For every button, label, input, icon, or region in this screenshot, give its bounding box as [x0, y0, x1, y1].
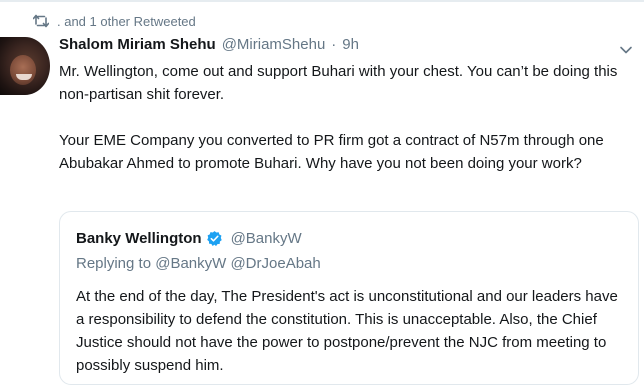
quoted-username: @BankyW [230, 229, 302, 247]
quoted-display-name: Banky Wellington [76, 229, 202, 247]
quoted-tweet-header: Banky Wellington @BankyW [76, 228, 302, 248]
tweet-paragraph: Your EME Company you converted to PR fir… [59, 132, 604, 172]
replying-to: Replying to @BankyW @DrJoeAbah [76, 255, 321, 272]
retweet-context-label[interactable]: . and 1 other Retweeted [57, 14, 196, 29]
retweet-context: . and 1 other Retweeted [33, 12, 196, 30]
avatar[interactable] [0, 37, 50, 95]
quoted-tweet-text: At the end of the day, The President's a… [76, 288, 618, 374]
tweet-header: Shalom Miriam Shehu @MiriamShehu · 9h [59, 36, 359, 58]
top-divider [0, 0, 644, 2]
username[interactable]: @MiriamShehu [222, 36, 326, 53]
quoted-tweet-card[interactable]: Banky Wellington @BankyW Replying to @Ba… [59, 211, 639, 385]
timestamp[interactable]: 9h [342, 36, 359, 53]
chevron-down-icon[interactable] [618, 42, 634, 58]
tweet-paragraph: Mr. Wellington, come out and support Buh… [59, 63, 618, 103]
verified-badge-icon [206, 230, 223, 247]
tweet-text: Mr. Wellington, come out and support Buh… [59, 60, 629, 175]
separator-dot: · [331, 36, 337, 53]
display-name[interactable]: Shalom Miriam Shehu [59, 36, 216, 53]
retweet-icon [33, 14, 49, 28]
